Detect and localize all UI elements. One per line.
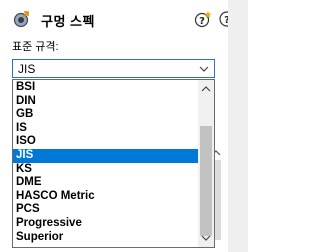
- standard-label: 표준 규격:: [12, 41, 59, 53]
- dropdown-option[interactable]: DIN: [13, 95, 199, 109]
- panel-header: 구멍 스펙 ? ?: [8, 10, 235, 32]
- svg-text:?: ?: [199, 16, 205, 27]
- dropdown-option[interactable]: Progressive: [13, 217, 199, 231]
- dropdown-option[interactable]: DME: [13, 176, 199, 190]
- hole-wizard-icon: [13, 11, 29, 28]
- standard-selected-value: JIS: [18, 62, 36, 76]
- dropdown-option[interactable]: PCS: [13, 203, 199, 217]
- chevron-down-icon[interactable]: [198, 63, 210, 75]
- standard-dropdown[interactable]: JIS: [12, 59, 215, 78]
- dropdown-option[interactable]: KS: [13, 163, 199, 177]
- dropdown-option[interactable]: ISO: [13, 135, 199, 149]
- help-tips-icon[interactable]: ?: [194, 10, 212, 28]
- standard-dropdown-list[interactable]: BSI DIN GB IS ISO JIS KS DME HASCO Metric PCS Prog…: [12, 79, 215, 248]
- dropdown-options: BSI DIN GB IS ISO JIS KS DME HASCO Metric PCS Prog…: [13, 81, 199, 244]
- scroll-up-icon[interactable]: [200, 83, 212, 95]
- dropdown-scrollbar[interactable]: [198, 80, 214, 247]
- dropdown-option[interactable]: IS: [13, 122, 199, 136]
- property-panel: 구멍 스펙 ? ? 표준 규격: JIS BSI DIN GB IS ISO JIS KS D…: [0, 0, 235, 252]
- side-strip: [228, 0, 248, 252]
- dropdown-option[interactable]: JIS: [13, 148, 199, 163]
- dropdown-option[interactable]: BSI: [13, 81, 199, 95]
- scroll-down-icon[interactable]: [200, 232, 212, 244]
- panel-title: 구멍 스펙: [41, 14, 95, 29]
- dropdown-option[interactable]: Superior: [13, 231, 199, 245]
- dropdown-option[interactable]: GB: [13, 108, 199, 122]
- scroll-thumb[interactable]: [200, 126, 212, 236]
- dropdown-option[interactable]: HASCO Metric: [13, 190, 199, 204]
